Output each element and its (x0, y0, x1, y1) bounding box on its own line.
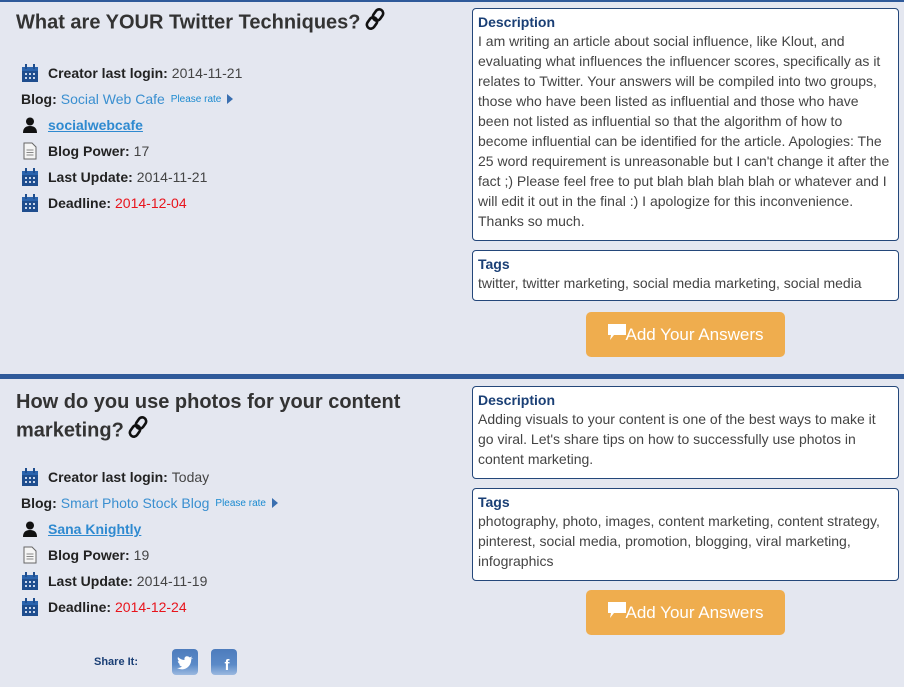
blog-power-row: Blog Power: 19 (16, 542, 456, 568)
question-title[interactable]: What are YOUR Twitter Techniques? (16, 8, 456, 38)
blog-link[interactable]: Smart Photo Stock Blog (61, 495, 210, 511)
question-info: How do you use photos for your content m… (16, 379, 456, 620)
description-text: Adding visuals to your content is one of… (478, 411, 876, 467)
calendar-icon (20, 571, 40, 591)
blog-power-value: 19 (133, 547, 150, 563)
description-title: Description (478, 392, 556, 408)
calendar-icon (20, 63, 40, 83)
question-card: What are YOUR Twitter Techniques? Creato… (0, 0, 904, 374)
description-text: I am writing an article about social inf… (478, 33, 890, 229)
add-answers-label: Add Your Answers (625, 602, 764, 622)
permalink-icon[interactable] (365, 8, 385, 38)
blog-row: Blog: Smart Photo Stock Blog Please rate (16, 490, 456, 516)
permalink-icon[interactable] (128, 416, 148, 446)
share-label: Share It: (94, 656, 139, 668)
description-box: Description I am writing an article abou… (472, 8, 899, 241)
last-update-row: Last Update: 2014-11-21 (16, 164, 456, 190)
creator-last-login-label: Creator last login: (48, 469, 168, 485)
rate-arrow-icon[interactable] (272, 498, 278, 508)
add-answers-button[interactable]: Add Your Answers (586, 590, 785, 635)
user-icon (20, 115, 40, 135)
add-answers-label: Add Your Answers (625, 324, 764, 344)
calendar-icon (20, 193, 40, 213)
description-title: Description (478, 14, 556, 30)
creator-last-login-value: 2014-11-21 (171, 65, 243, 81)
deadline-row: Deadline: 2014-12-24 (16, 594, 456, 620)
creator-row: socialwebcafe (16, 112, 456, 138)
blog-power-value: 17 (133, 143, 150, 159)
twitter-icon[interactable] (172, 649, 199, 675)
deadline-value: 2014-12-04 (115, 195, 187, 211)
calendar-icon (20, 167, 40, 187)
description-box: Description Adding visuals to your conte… (472, 386, 899, 479)
calendar-icon (20, 597, 40, 617)
blog-row: Blog: Social Web Cafe Please rate (16, 86, 456, 112)
please-rate-link[interactable]: Please rate (171, 94, 222, 105)
share-bar: Share It: f (94, 649, 250, 675)
question-title-text: What are YOUR Twitter Techniques? (16, 11, 361, 34)
last-update-row: Last Update: 2014-11-19 (16, 568, 456, 594)
calendar-icon (20, 467, 40, 487)
blog-power-label: Blog Power: (48, 547, 130, 563)
creator-username-link[interactable]: socialwebcafe (48, 117, 143, 133)
blog-power-label: Blog Power: (48, 143, 130, 159)
question-card: How do you use photos for your content m… (0, 374, 904, 687)
rate-arrow-icon[interactable] (227, 94, 234, 104)
tags-title: Tags (478, 494, 510, 510)
last-update-value: 2014-11-19 (136, 573, 208, 589)
blog-label: Blog: (21, 91, 57, 107)
tags-text: photography, photo, images, content mark… (478, 513, 880, 569)
creator-last-login-label: Creator last login: (48, 65, 168, 81)
question-title[interactable]: How do you use photos for your content m… (16, 388, 456, 446)
last-update-value: 2014-11-21 (136, 169, 208, 185)
user-icon (20, 519, 40, 539)
question-info: What are YOUR Twitter Techniques? Creato… (16, 2, 456, 216)
creator-row: Sana Knightly (16, 516, 456, 542)
add-answers-button[interactable]: Add Your Answers (586, 312, 785, 357)
tags-box: Tags twitter, twitter marketing, social … (472, 250, 899, 301)
document-icon (20, 545, 40, 565)
comment-icon (607, 323, 626, 346)
question-details: Description I am writing an article abou… (472, 8, 899, 301)
creator-username-link[interactable]: Sana Knightly (48, 521, 141, 537)
last-update-label: Last Update: (48, 169, 133, 185)
document-icon (20, 141, 40, 161)
deadline-label: Deadline: (48, 599, 112, 615)
question-details: Description Adding visuals to your conte… (472, 386, 899, 581)
deadline-row: Deadline: 2014-12-04 (16, 190, 456, 216)
please-rate-link[interactable]: Please rate (215, 498, 266, 509)
facebook-icon[interactable]: f (211, 649, 238, 675)
blog-link[interactable]: Social Web Cafe (61, 91, 165, 107)
blog-power-row: Blog Power: 17 (16, 138, 456, 164)
creator-last-login: Creator last login: 2014-11-21 (16, 60, 456, 86)
tags-title: Tags (478, 256, 510, 272)
blog-label: Blog: (21, 495, 57, 511)
tags-text: twitter, twitter marketing, social media… (478, 275, 862, 291)
deadline-label: Deadline: (48, 195, 112, 211)
deadline-value: 2014-12-24 (115, 599, 187, 615)
last-update-label: Last Update: (48, 573, 133, 589)
question-meta: Creator last login: 2014-11-21 Blog: Soc… (16, 60, 456, 216)
comment-icon (607, 601, 626, 624)
creator-last-login-value: Today (171, 469, 210, 485)
tags-box: Tags photography, photo, images, content… (472, 488, 899, 581)
question-meta: Creator last login: Today Blog: Smart Ph… (16, 464, 456, 620)
question-title-text: How do you use photos for your content m… (16, 391, 401, 442)
creator-last-login: Creator last login: Today (16, 464, 456, 490)
